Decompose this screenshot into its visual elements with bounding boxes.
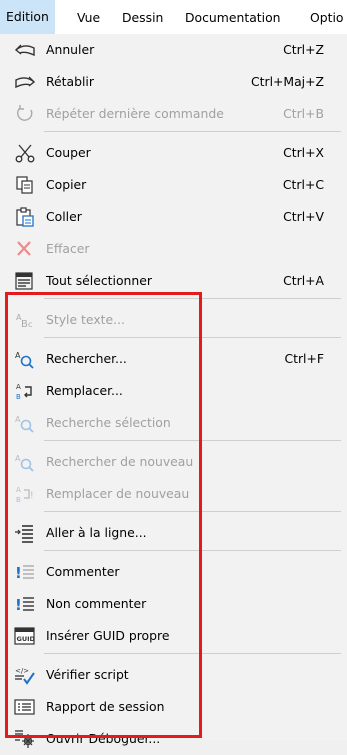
guid-icon: GUID	[14, 626, 36, 646]
menu-separator	[44, 337, 341, 338]
select-all-icon	[14, 271, 36, 291]
menu-item-coller[interactable]: Coller Ctrl+V	[0, 201, 347, 233]
menu-item-remplacer-de-nouveau[interactable]: A B! Remplacer de nouveau	[0, 478, 347, 510]
menu-item-label: Copier	[46, 177, 87, 192]
menu-item-tout-selectionner[interactable]: Tout sélectionner Ctrl+A	[0, 265, 347, 297]
menu-item-shortcut: Ctrl+Z	[283, 42, 324, 57]
menu-item-recherche-selection[interactable]: A Recherche sélection	[0, 407, 347, 439]
menubar-options[interactable]: Optio	[310, 10, 344, 26]
menubar-dessin[interactable]: Dessin	[122, 10, 163, 26]
menu-item-rapport-de-session[interactable]: Rapport de session	[0, 691, 347, 723]
svg-text:B: B	[16, 393, 21, 401]
svg-text:!: !	[15, 564, 22, 582]
menu-item-label: Ouvrir Déboguer...	[46, 731, 161, 746]
menu-item-label: Recherche sélection	[46, 415, 171, 430]
svg-text:</>: </>	[15, 667, 29, 675]
redo-icon	[14, 72, 36, 92]
menu-item-repeter[interactable]: Répéter dernière commande Ctrl+B	[0, 98, 347, 130]
svg-text:!: !	[15, 596, 22, 614]
svg-text:c: c	[28, 320, 32, 329]
menu-item-retablir[interactable]: Rétablir Ctrl+Maj+Z	[0, 66, 347, 98]
comment-icon: !	[14, 562, 36, 582]
svg-text:!: !	[30, 491, 34, 501]
menu-item-label: Non commenter	[46, 596, 147, 611]
search-again-icon: A	[14, 452, 36, 472]
menu-item-shortcut: Ctrl+B	[283, 106, 324, 121]
menu-item-label: Rétablir	[46, 74, 94, 89]
menu-item-label: Rechercher...	[46, 351, 127, 366]
menubar-edition[interactable]: Edition	[0, 0, 55, 34]
menu-separator	[44, 653, 341, 654]
menu-item-rechercher-de-nouveau[interactable]: A Rechercher de nouveau	[0, 446, 347, 478]
menu-item-label: Tout sélectionner	[46, 273, 152, 288]
edition-menu: Annuler Ctrl+Z Rétablir Ctrl+Maj+Z Répét…	[0, 34, 347, 748]
menu-item-label: Style texte...	[46, 312, 125, 327]
menu-separator	[44, 511, 341, 512]
menu-item-commenter[interactable]: ! Commenter	[0, 556, 347, 588]
menu-item-label: Répéter dernière commande	[46, 106, 224, 121]
svg-text:A: A	[15, 351, 21, 360]
cut-icon	[14, 143, 36, 163]
menu-item-shortcut: Ctrl+F	[284, 351, 324, 366]
svg-text:A: A	[16, 383, 21, 391]
search-selection-icon: A	[14, 413, 36, 433]
menu-item-shortcut: Ctrl+Maj+Z	[250, 74, 324, 89]
replace-again-icon: A B!	[14, 484, 36, 504]
menu-item-label: Rechercher de nouveau	[46, 454, 194, 469]
menu-item-label: Vérifier script	[46, 667, 129, 682]
svg-text:B: B	[16, 496, 21, 504]
undo-icon	[14, 40, 36, 60]
menu-item-shortcut: Ctrl+C	[282, 177, 324, 192]
text-style-icon: ABc	[14, 310, 36, 330]
svg-text:GUID: GUID	[17, 635, 36, 643]
goto-line-icon	[14, 523, 36, 543]
menu-item-non-commenter[interactable]: ! Non commenter	[0, 588, 347, 620]
svg-text:B: B	[21, 319, 28, 330]
uncomment-icon: !	[14, 594, 36, 614]
session-report-icon	[14, 697, 36, 717]
menu-item-shortcut: Ctrl+V	[283, 209, 324, 224]
menu-item-label: Coller	[46, 209, 82, 224]
menu-item-inserer-guid[interactable]: GUID Insérer GUID propre	[0, 620, 347, 652]
svg-text:A: A	[15, 415, 21, 424]
debugger-icon	[14, 729, 36, 749]
menu-item-label: Aller à la ligne...	[46, 525, 147, 540]
menu-item-label: Effacer	[46, 241, 90, 256]
paste-icon	[14, 207, 36, 227]
menu-separator	[44, 298, 341, 299]
menu-item-label: Commenter	[46, 564, 120, 579]
menu-item-effacer[interactable]: Effacer	[0, 233, 347, 265]
copy-icon	[14, 175, 36, 195]
menubar-vue[interactable]: Vue	[77, 10, 100, 26]
menu-separator	[44, 440, 341, 441]
svg-text:A: A	[16, 486, 21, 494]
menu-item-label: Rapport de session	[46, 699, 165, 714]
menu-item-rechercher[interactable]: A Rechercher... Ctrl+F	[0, 343, 347, 375]
repeat-icon	[14, 104, 36, 124]
svg-text:A: A	[15, 454, 21, 463]
menubar-documentation[interactable]: Documentation	[185, 10, 281, 26]
menu-item-remplacer[interactable]: AB Remplacer...	[0, 375, 347, 407]
check-script-icon: </>	[14, 665, 36, 685]
menu-item-shortcut: Ctrl+A	[283, 273, 324, 288]
menu-item-verifier-script[interactable]: </> Vérifier script	[0, 659, 347, 691]
menu-item-annuler[interactable]: Annuler Ctrl+Z	[0, 34, 347, 66]
menu-item-label: Couper	[46, 145, 91, 160]
menu-item-label: Insérer GUID propre	[46, 628, 170, 643]
menu-separator	[44, 131, 341, 132]
menu-item-label: Remplacer de nouveau	[46, 486, 190, 501]
menu-item-label: Remplacer...	[46, 383, 123, 398]
menu-item-ouvrir-deboguer[interactable]: Ouvrir Déboguer...	[0, 723, 347, 755]
menu-item-couper[interactable]: Couper Ctrl+X	[0, 137, 347, 169]
menu-bar: Edition Vue Dessin Documentation Optio	[0, 0, 347, 34]
menu-item-aller-a-la-ligne[interactable]: Aller à la ligne...	[0, 517, 347, 549]
menu-item-label: Annuler	[46, 42, 95, 57]
menu-item-copier[interactable]: Copier Ctrl+C	[0, 169, 347, 201]
search-icon: A	[14, 349, 36, 369]
menu-separator	[44, 550, 341, 551]
delete-icon	[14, 239, 36, 259]
menu-item-shortcut: Ctrl+X	[283, 145, 324, 160]
menu-item-style-texte[interactable]: ABc Style texte...	[0, 304, 347, 336]
replace-icon: AB	[14, 381, 36, 401]
